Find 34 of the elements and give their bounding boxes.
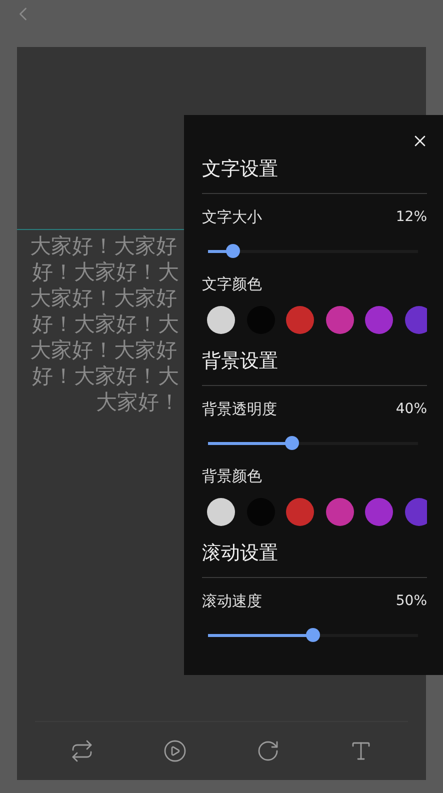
slider-thumb[interactable] [285,436,299,450]
slider-thumb[interactable] [226,244,240,258]
preview-text: 大家好！大家好 [30,337,177,363]
preview-text: 好！大家好！大 [31,311,179,337]
preview-text: 大家好！ [95,389,180,415]
color-swatch[interactable] [207,306,235,334]
setting-label: 文字颜色 [202,274,262,294]
color-swatch[interactable] [365,498,393,526]
setting-value: 50% [396,593,427,609]
setting-value: 40% [396,401,427,417]
preview-text: 大家好！大家好 [30,285,177,311]
setting-label: 滚动速度 [202,592,262,610]
preview-text: 好！大家好！大 [31,259,179,285]
color-swatch[interactable] [404,306,427,334]
section-title: 背景设置 [202,347,427,386]
setting-label: 背景透明度 [202,400,277,418]
setting-value: 12% [396,209,427,225]
rotate-icon[interactable] [256,739,280,763]
preview-text: 大家好！大家好 [30,233,177,259]
color-swatch[interactable] [286,306,314,334]
setting-label: 背景颜色 [202,466,262,486]
setting-label: 文字大小 [202,208,262,226]
color-swatch[interactable] [326,306,354,334]
repeat-icon[interactable] [70,739,94,763]
color-swatch[interactable] [207,498,235,526]
color-swatch[interactable] [365,306,393,334]
preview-text: 好！大家好！大 [31,363,179,389]
section-title: 文字设置 [202,155,427,194]
color-swatch[interactable] [404,498,427,526]
color-swatch[interactable] [286,498,314,526]
slider-thumb[interactable] [306,628,320,642]
section-title: 滚动设置 [202,539,427,578]
play-icon[interactable] [162,739,187,763]
color-swatch[interactable] [326,498,354,526]
